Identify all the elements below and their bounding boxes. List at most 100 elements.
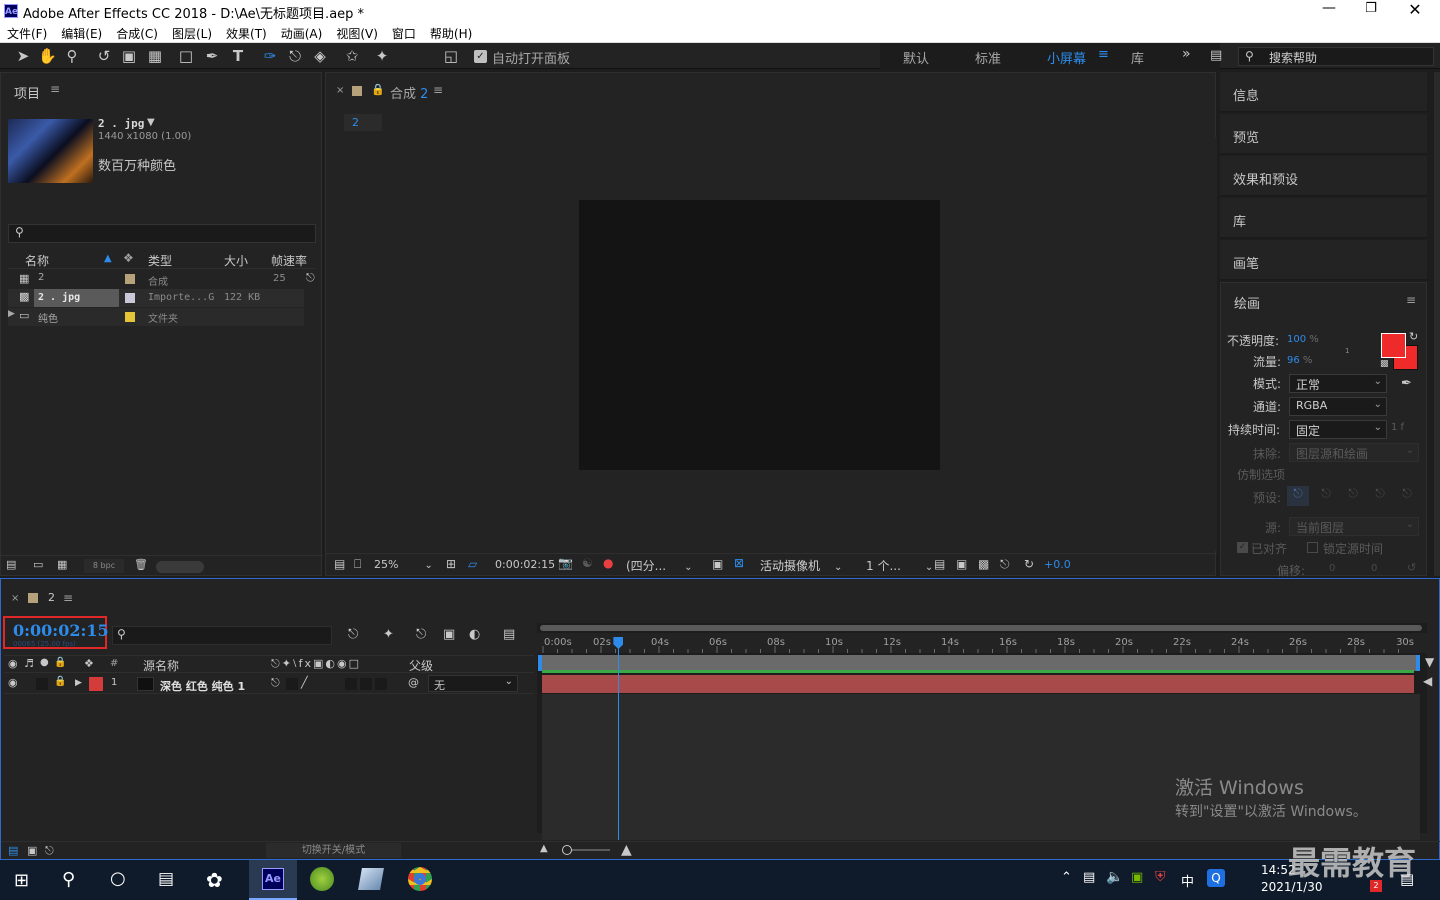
layer-expand-icon[interactable]: ▶ bbox=[75, 678, 82, 688]
app-pinwheel-icon[interactable]: ✿ bbox=[206, 868, 223, 892]
solo-switch-icon[interactable]: ● bbox=[40, 657, 49, 668]
layer-marker-icon[interactable]: ◀ bbox=[1423, 674, 1432, 688]
close-tab-icon[interactable]: × bbox=[336, 85, 344, 96]
zoom-out-icon[interactable]: ▲ bbox=[540, 843, 548, 854]
effects-presets-panel-tab[interactable]: 效果和预设 bbox=[1220, 156, 1427, 196]
work-area-bar[interactable] bbox=[540, 655, 1420, 671]
layer-shy-icon[interactable]: ⎋ bbox=[271, 676, 280, 690]
taskbar-app-notebook-icon[interactable] bbox=[358, 868, 384, 890]
parent-dropdown[interactable]: 无 ⌄ bbox=[428, 675, 518, 692]
info-panel-tab[interactable]: 信息 bbox=[1220, 72, 1427, 112]
snapshot-icon[interactable]: 📷 bbox=[558, 556, 573, 570]
label-color[interactable] bbox=[125, 312, 135, 322]
taskbar-after-effects[interactable]: Ae bbox=[249, 860, 297, 900]
flowchart-icon[interactable]: ⎋ bbox=[306, 271, 315, 285]
zoom-in-icon[interactable]: ▲ bbox=[621, 842, 632, 858]
menu-help[interactable]: 帮助(H) bbox=[423, 23, 479, 42]
project-row[interactable]: ▦ 2 合成 25 ⎋ bbox=[8, 270, 315, 288]
footage-usage-dropdown-icon[interactable]: ▼ bbox=[147, 117, 155, 128]
audio-switch-icon[interactable]: ♬ bbox=[24, 657, 34, 670]
menu-layer[interactable]: 图层(L) bbox=[165, 23, 219, 42]
layer-switch-box[interactable] bbox=[286, 678, 298, 690]
comp-flowchart-icon[interactable]: ⎋ bbox=[1000, 557, 1010, 572]
menu-animation[interactable]: 动画(A) bbox=[274, 23, 330, 42]
region-of-interest-icon[interactable]: ▣ bbox=[712, 557, 723, 571]
close-button[interactable]: ✕ bbox=[1400, 0, 1430, 23]
qq-icon[interactable]: Q bbox=[1207, 869, 1225, 887]
pen-tool-icon[interactable]: ✒ bbox=[203, 47, 221, 65]
right-scrollbar[interactable] bbox=[1434, 72, 1440, 576]
label-tag-icon[interactable]: ❖ bbox=[123, 251, 134, 265]
close-timeline-tab-icon[interactable]: × bbox=[11, 593, 19, 604]
eraser-tool-icon[interactable]: ◈ bbox=[311, 47, 329, 65]
help-search-input[interactable]: ⚲ 搜索帮助 bbox=[1238, 47, 1434, 66]
selection-tool-icon[interactable]: ➤ bbox=[14, 47, 32, 65]
transfer-controls-pane-icon[interactable]: ▣ bbox=[27, 844, 37, 857]
time-ruler[interactable]: 0:00s 02s 04s 06s 08s 10s 12s 14s 16s 18s 20s 22s 24… bbox=[537, 633, 1427, 653]
timeline-zoom-knob[interactable] bbox=[562, 845, 572, 855]
label-column-icon[interactable]: ❖ bbox=[84, 657, 94, 670]
nvidia-icon[interactable]: ▣ bbox=[1131, 870, 1143, 885]
timeline-panel-menu-icon[interactable]: ≡ bbox=[63, 591, 73, 605]
interpret-footage-icon[interactable]: ▤ bbox=[6, 558, 16, 571]
fast-previews-icon[interactable]: ▣ bbox=[956, 557, 967, 571]
hide-shy-layers-icon[interactable]: ⎋ bbox=[416, 627, 426, 642]
comp-panel-menu-icon[interactable]: ≡ bbox=[433, 83, 443, 97]
work-area-end-handle[interactable] bbox=[1416, 655, 1420, 671]
in-out-pane-icon[interactable]: ⎋ bbox=[45, 844, 54, 858]
timeline-tab-title[interactable]: 2 bbox=[48, 591, 55, 604]
motion-blur-icon[interactable]: ◐ bbox=[469, 627, 480, 642]
rotate-tool-icon[interactable]: ↺ bbox=[95, 47, 113, 65]
workspace-default[interactable]: 默认 bbox=[903, 48, 929, 67]
workspace-small-screen[interactable]: 小屏幕 bbox=[1047, 48, 1086, 67]
reset-offset-icon[interactable]: ↺ bbox=[1407, 561, 1416, 574]
exposure-value[interactable]: +0.0 bbox=[1044, 558, 1071, 571]
pan-behind-tool-icon[interactable]: ▦ bbox=[146, 47, 164, 65]
flow-value[interactable]: 96 % bbox=[1287, 355, 1312, 366]
camera-tool-icon[interactable]: ▣ bbox=[120, 47, 138, 65]
menu-edit[interactable]: 编辑(E) bbox=[54, 23, 109, 42]
layer-quality-icon[interactable]: ╱ bbox=[301, 676, 308, 689]
zoom-dropdown[interactable]: 25% ⌄ bbox=[374, 558, 433, 571]
parent-pickwhip-icon[interactable]: @ bbox=[408, 676, 419, 689]
preview-panel-tab[interactable]: 预览 bbox=[1220, 114, 1427, 154]
layer-switch-box[interactable] bbox=[360, 678, 372, 690]
paint-panel-menu-icon[interactable]: ≡ bbox=[1406, 293, 1416, 307]
frame-blending-icon[interactable]: ▣ bbox=[443, 627, 455, 642]
toggle-switches-modes-button[interactable]: 切换开关/模式 bbox=[266, 843, 401, 858]
action-center-icon[interactable]: ▤ bbox=[1400, 870, 1414, 888]
clone-preset-4-icon[interactable]: ⎋ bbox=[1369, 486, 1391, 506]
default-colors-icon[interactable]: ▩ bbox=[1380, 359, 1389, 369]
source-dropdown[interactable]: 当前图层 ⌄ bbox=[1289, 517, 1419, 536]
layer-switches-pane-icon[interactable]: ▤ bbox=[8, 844, 18, 857]
camera-view-dropdown[interactable]: 活动摄像机 ⌄ bbox=[760, 557, 842, 574]
offset-y[interactable]: 0 bbox=[1371, 563, 1377, 574]
resolution-dropdown[interactable]: (四分... ⌄ bbox=[626, 557, 693, 574]
brush-tool-icon[interactable]: ✑ bbox=[261, 47, 279, 65]
opacity-value[interactable]: 100 % bbox=[1287, 334, 1319, 345]
view-layout-dropdown[interactable]: 1 个... ⌄ bbox=[866, 557, 933, 574]
clone-preset-1-icon[interactable]: ⎋ bbox=[1287, 486, 1309, 506]
comp-breadcrumb[interactable]: 2 bbox=[344, 114, 382, 131]
menu-effect[interactable]: 效果(T) bbox=[219, 23, 274, 42]
erase-dropdown[interactable]: 图层源和绘画 ⌄ bbox=[1289, 443, 1419, 462]
layer-duration-bar[interactable] bbox=[542, 675, 1414, 693]
swap-colors-icon[interactable]: ↻ bbox=[1409, 330, 1418, 343]
roto-brush-tool-icon[interactable]: ✩ bbox=[343, 47, 361, 65]
menu-window[interactable]: 窗口 bbox=[385, 23, 423, 42]
workspace-standard[interactable]: 标准 bbox=[975, 48, 1001, 67]
brushes-panel-tab[interactable]: 画笔 bbox=[1220, 240, 1427, 280]
column-type[interactable]: 类型 bbox=[148, 252, 172, 269]
new-composition-icon[interactable]: ▦ bbox=[57, 558, 67, 571]
windows-start-icon[interactable]: ⊞ bbox=[14, 870, 29, 891]
graph-editor-icon[interactable]: ▤ bbox=[503, 627, 515, 642]
comp-tab-title[interactable]: 合成 2 bbox=[390, 83, 428, 102]
bit-depth-button[interactable]: 8 bpc bbox=[84, 559, 124, 573]
project-panel-menu-icon[interactable]: ≡ bbox=[50, 82, 60, 96]
comp-mini-flowchart-icon[interactable]: ⎋ bbox=[348, 627, 358, 642]
more-workspaces-icon[interactable]: » bbox=[1182, 46, 1191, 62]
lock-source-time-checkbox[interactable] bbox=[1307, 542, 1318, 553]
chrome-icon[interactable] bbox=[408, 867, 432, 891]
layer-solo-toggle[interactable] bbox=[36, 678, 48, 690]
timeline-search-input[interactable]: ⚲ bbox=[112, 626, 332, 645]
